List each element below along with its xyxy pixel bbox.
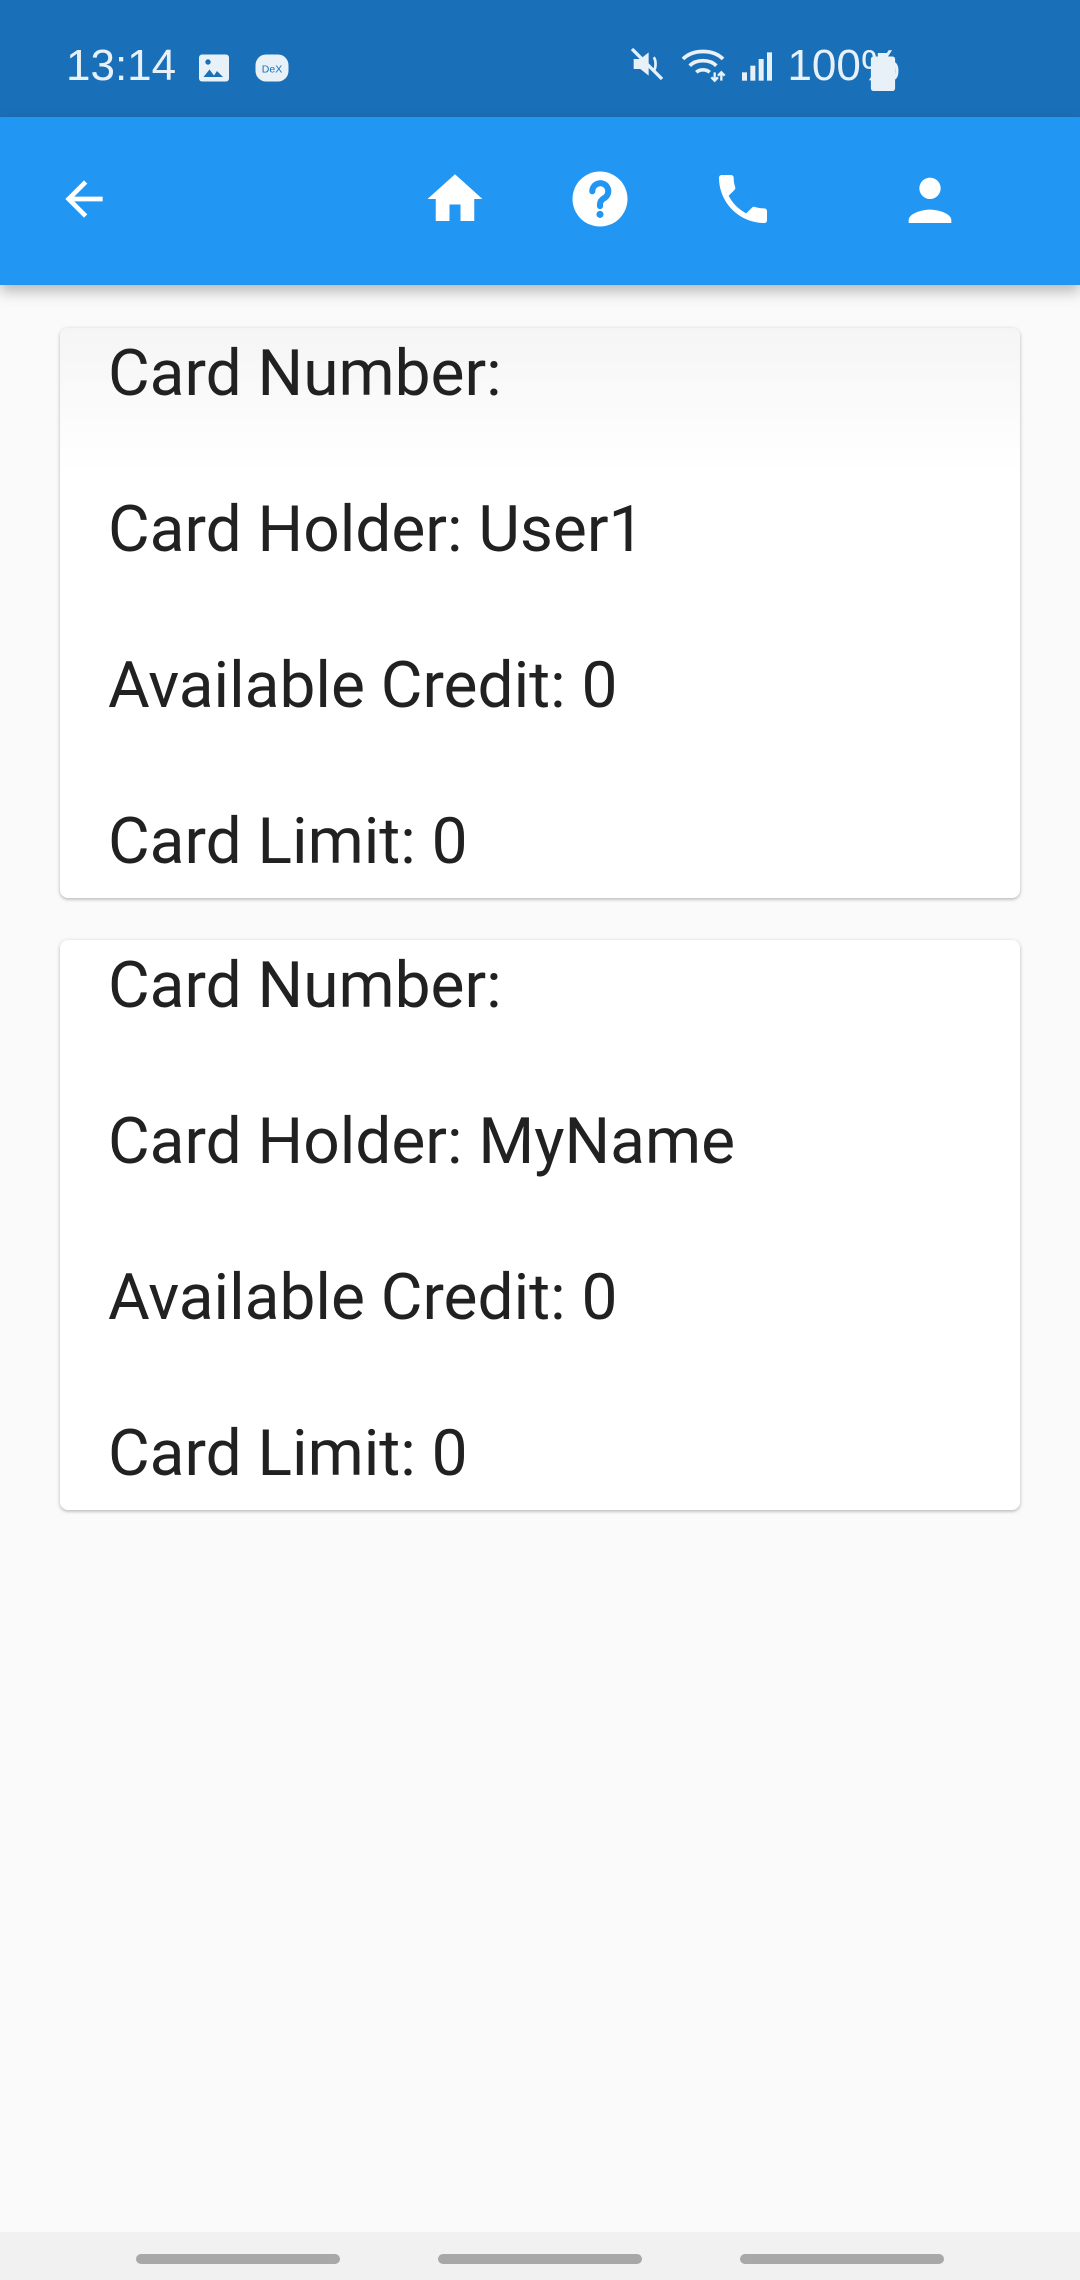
svg-text:DeX: DeX bbox=[262, 64, 282, 76]
person-icon bbox=[898, 167, 962, 235]
available-credit: Available Credit: 0 bbox=[108, 648, 618, 723]
help-button[interactable] bbox=[560, 161, 640, 241]
back-button[interactable] bbox=[44, 161, 124, 241]
back-arrow-icon bbox=[56, 171, 112, 231]
available-credit: Available Credit: 0 bbox=[108, 1260, 618, 1335]
phone-icon bbox=[711, 167, 775, 235]
status-notification-icons: DeX bbox=[196, 50, 290, 90]
nav-recents-button[interactable] bbox=[136, 2254, 340, 2264]
nav-back-button[interactable] bbox=[740, 2254, 944, 2264]
card-item[interactable]: Card Number: Card Holder: MyName Availab… bbox=[60, 940, 1020, 1510]
mute-icon bbox=[627, 44, 667, 88]
card-holder: Card Holder: User1 bbox=[108, 492, 645, 567]
profile-button[interactable] bbox=[890, 161, 970, 241]
status-time: 13:14 bbox=[66, 41, 177, 90]
gallery-icon bbox=[196, 50, 232, 90]
card-holder: Card Holder: MyName bbox=[108, 1104, 736, 1179]
card-limit: Card Limit: 0 bbox=[108, 1416, 468, 1491]
card-number: Card Number: bbox=[108, 336, 502, 411]
battery-icon bbox=[870, 53, 896, 95]
phone-button[interactable] bbox=[703, 161, 783, 241]
home-button[interactable] bbox=[415, 161, 495, 241]
dex-icon: DeX bbox=[254, 50, 290, 90]
nav-home-button[interactable] bbox=[438, 2254, 642, 2264]
navigation-bar bbox=[0, 2232, 1080, 2280]
card-item[interactable]: Card Number: Card Holder: User1 Availabl… bbox=[60, 328, 1020, 898]
card-number: Card Number: bbox=[108, 948, 502, 1023]
signal-icon bbox=[739, 44, 775, 88]
wifi-icon bbox=[679, 44, 727, 88]
status-system-icons: 100% bbox=[627, 40, 900, 92]
help-icon bbox=[567, 166, 633, 236]
home-icon bbox=[422, 166, 488, 236]
card-limit: Card Limit: 0 bbox=[108, 804, 468, 879]
app-bar bbox=[0, 117, 1080, 285]
status-bar: 13:14 DeX 100% bbox=[0, 0, 1080, 117]
